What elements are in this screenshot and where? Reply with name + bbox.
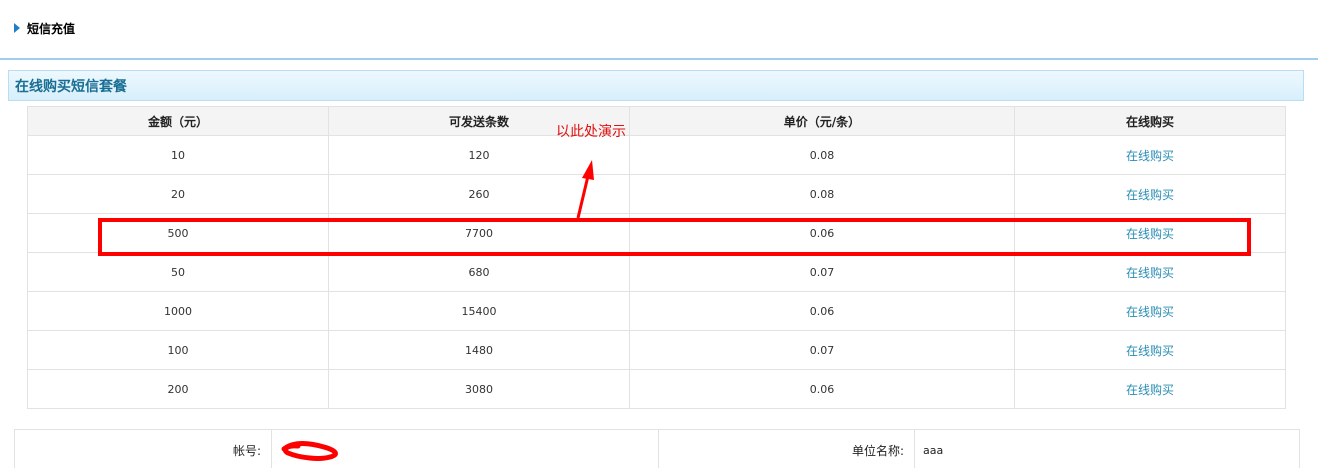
buy-online-link[interactable]: 在线购买 xyxy=(1126,266,1174,280)
page: 短信充值 在线购买短信套餐 金额（元） 可发送条数 单价（元/条） 在线购买 1… xyxy=(0,0,1331,468)
redaction-scribble-icon xyxy=(281,441,338,461)
account-value xyxy=(271,429,659,468)
column-header-price: 单价（元/条） xyxy=(629,106,1015,136)
account-row: 帐号: 单位名称: aaa xyxy=(14,429,1300,468)
annotation-label: 以此处演示 xyxy=(556,124,626,140)
cell-price: 0.08 xyxy=(629,174,1015,214)
buy-online-link[interactable]: 在线购买 xyxy=(1126,344,1174,358)
cell-buy: 在线购买 xyxy=(1014,174,1286,214)
cell-amount: 100 xyxy=(27,330,329,370)
table-header-row: 金额（元） 可发送条数 单价（元/条） 在线购买 xyxy=(27,106,1286,136)
section-header: 在线购买短信套餐 xyxy=(8,70,1304,101)
org-name-label: 单位名称: xyxy=(658,429,915,468)
cell-buy: 在线购买 xyxy=(1014,369,1286,409)
table-row: 200 3080 0.06 在线购买 xyxy=(27,369,1286,409)
cell-buy: 在线购买 xyxy=(1014,252,1286,292)
cell-price: 0.07 xyxy=(629,252,1015,292)
table-row: 20 260 0.08 在线购买 xyxy=(27,174,1286,214)
cell-amount: 1000 xyxy=(27,291,329,331)
table-row: 10 120 0.08 在线购买 xyxy=(27,135,1286,175)
annotation-arrow-icon xyxy=(576,160,594,219)
buy-online-link[interactable]: 在线购买 xyxy=(1126,227,1174,241)
buy-online-link[interactable]: 在线购买 xyxy=(1126,305,1174,319)
section-title: 在线购买短信套餐 xyxy=(15,78,127,95)
cell-count: 3080 xyxy=(328,369,630,409)
cell-count: 1480 xyxy=(328,330,630,370)
cell-buy: 在线购买 xyxy=(1014,330,1286,370)
cell-count: 680 xyxy=(328,252,630,292)
cell-buy: 在线购买 xyxy=(1014,291,1286,331)
cell-price: 0.06 xyxy=(629,369,1015,409)
column-header-amount: 金额（元） xyxy=(27,106,329,136)
buy-online-link[interactable]: 在线购买 xyxy=(1126,188,1174,202)
account-info-table: 帐号: 单位名称: aaa xyxy=(14,429,1300,468)
cell-amount: 20 xyxy=(27,174,329,214)
table-row: 1000 15400 0.06 在线购买 xyxy=(27,291,1286,331)
account-label: 帐号: xyxy=(14,429,272,468)
cell-price: 0.07 xyxy=(629,330,1015,370)
cell-price: 0.06 xyxy=(629,213,1015,253)
cell-buy: 在线购买 xyxy=(1014,213,1286,253)
cell-amount: 50 xyxy=(27,252,329,292)
buy-online-link[interactable]: 在线购买 xyxy=(1126,149,1174,163)
table-row: 500 7700 0.06 在线购买 xyxy=(27,213,1286,253)
header-divider xyxy=(0,58,1318,60)
page-title: 短信充值 xyxy=(27,21,76,36)
page-header: 短信充值 xyxy=(14,19,75,37)
table-row: 50 680 0.07 在线购买 xyxy=(27,252,1286,292)
cell-price: 0.08 xyxy=(629,135,1015,175)
cell-count: 15400 xyxy=(328,291,630,331)
cell-amount: 10 xyxy=(27,135,329,175)
column-header-buy: 在线购买 xyxy=(1014,106,1286,136)
buy-online-link[interactable]: 在线购买 xyxy=(1126,383,1174,397)
cell-buy: 在线购买 xyxy=(1014,135,1286,175)
cell-amount: 500 xyxy=(27,213,329,253)
triangle-right-icon xyxy=(14,23,20,33)
org-name-value: aaa xyxy=(914,429,1300,468)
cell-price: 0.06 xyxy=(629,291,1015,331)
cell-amount: 200 xyxy=(27,369,329,409)
package-table: 金额（元） 可发送条数 单价（元/条） 在线购买 10 120 0.08 在线购… xyxy=(27,106,1286,409)
table-row: 100 1480 0.07 在线购买 xyxy=(27,330,1286,370)
